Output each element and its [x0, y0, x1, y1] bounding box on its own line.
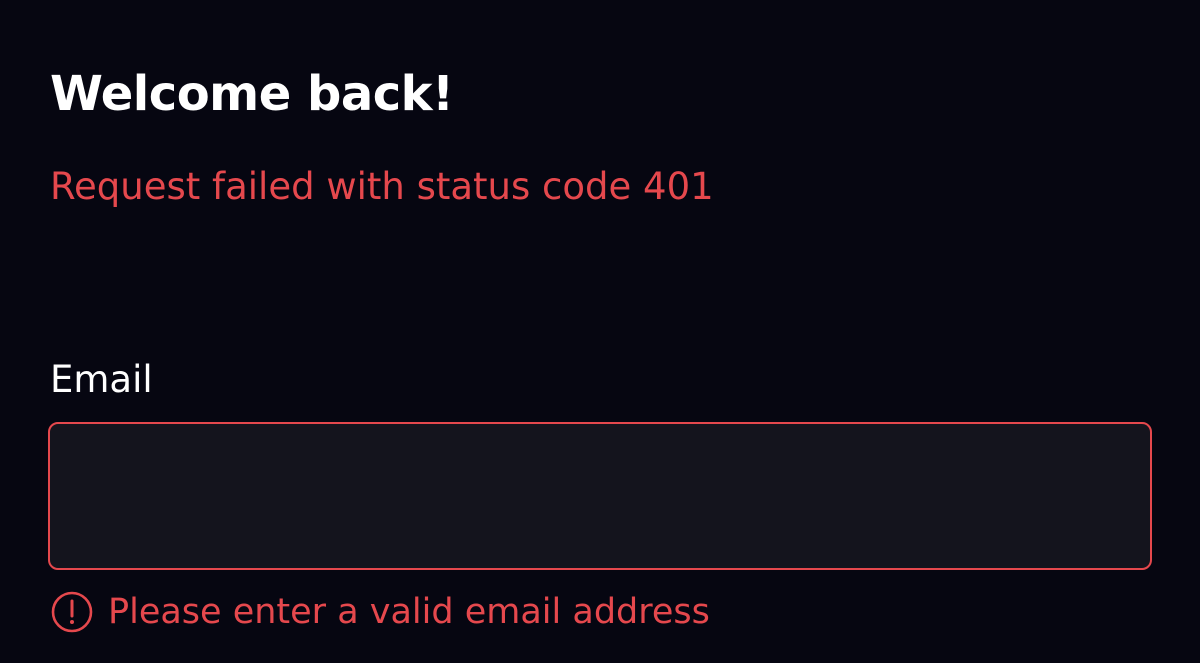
page-title: Welcome back! [50, 66, 454, 122]
email-field[interactable] [48, 422, 1152, 570]
alert-circle-icon [50, 590, 94, 634]
email-error-text: Please enter a valid email address [108, 592, 710, 632]
email-label: Email [50, 358, 153, 401]
request-error-message: Request failed with status code 401 [50, 165, 714, 208]
email-error: Please enter a valid email address [50, 584, 710, 640]
